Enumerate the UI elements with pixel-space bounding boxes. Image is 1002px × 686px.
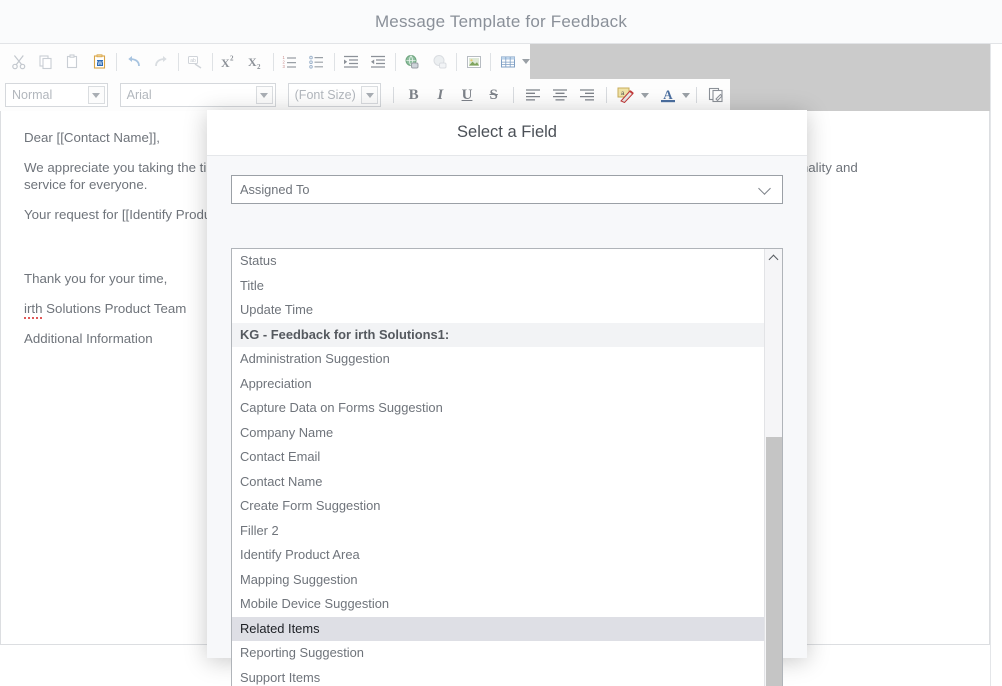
dropdown-option[interactable]: Status (232, 249, 764, 274)
dropdown-option[interactable]: Capture Data on Forms Suggestion (232, 396, 764, 421)
paragraph-style-chevron-down-icon[interactable] (87, 86, 105, 104)
remove-link-icon[interactable] (426, 47, 453, 77)
dropdown-option[interactable]: Filler 2 (232, 519, 764, 544)
highlight-color-chevron-down-icon[interactable] (640, 92, 649, 98)
dropdown-option[interactable]: Mapping Suggestion (232, 568, 764, 593)
copy-icon[interactable] (32, 47, 59, 77)
undo-icon[interactable] (120, 47, 147, 77)
italic-button[interactable]: I (427, 82, 454, 108)
font-color-chevron-down-icon[interactable] (682, 92, 691, 98)
dropdown-option[interactable]: Mobile Device Suggestion (232, 592, 764, 617)
paragraph-style-value: Normal (12, 88, 53, 102)
dropdown-option[interactable]: Contact Email (232, 445, 764, 470)
toolbar-separator (606, 87, 607, 103)
toolbar-row-primary: W ab X2 X2 123 (0, 44, 531, 79)
toolbar-separator (272, 52, 274, 71)
scrollbar-thumb[interactable] (766, 437, 782, 686)
align-right-button[interactable] (573, 82, 600, 108)
highlight-color-button[interactable]: a (613, 82, 640, 108)
subscript-icon[interactable]: X2 (243, 47, 270, 77)
underline-button[interactable]: U (454, 82, 481, 108)
signature-misspelled-word: irth (24, 301, 43, 319)
insert-link-icon[interactable] (399, 47, 426, 77)
align-center-button[interactable] (547, 82, 574, 108)
svg-text:2: 2 (230, 54, 234, 62)
app-root: Message Template for Feedback W ab X2 X … (0, 0, 1002, 686)
dropdown-option[interactable]: Update Time (232, 298, 764, 323)
table-options-chevron-down-icon[interactable] (522, 59, 531, 64)
dropdown-option[interactable]: Support Items (232, 666, 764, 686)
page-right-edge (990, 44, 1002, 686)
paste-from-word-icon[interactable]: W (86, 47, 113, 77)
select-field-dialog: Select a Field Assigned To Status Title Up… (207, 110, 807, 686)
dropdown-option[interactable]: Appreciation (232, 372, 764, 397)
page-title: Message Template for Feedback (374, 12, 628, 31)
dialog-body: Assigned To Status Title Update Time KG - F… (207, 156, 807, 686)
dialog-title: Select a Field (457, 123, 557, 141)
font-family-select[interactable]: Arial (119, 83, 276, 107)
toolbar-separator (177, 52, 179, 71)
toolbar-separator (116, 52, 118, 71)
svg-text:W: W (97, 61, 103, 67)
window-titlebar: Message Template for Feedback (0, 0, 1002, 44)
svg-text:3: 3 (283, 64, 286, 69)
toolbar-row-format: Normal Arial (Font Size) B I U S a A (0, 79, 730, 111)
paragraph-style-select[interactable]: Normal (5, 83, 108, 107)
body-paragraph-1-line2: service for everyone. (24, 177, 148, 192)
chevron-down-icon[interactable] (760, 184, 772, 196)
indent-increase-icon[interactable] (338, 47, 365, 77)
toolbar-separator (490, 52, 491, 71)
insert-image-icon[interactable] (460, 47, 487, 77)
toolbar-separator (333, 52, 335, 71)
toolbar-separator (696, 87, 698, 103)
cut-icon[interactable] (5, 47, 32, 77)
insert-table-icon[interactable] (494, 47, 521, 77)
font-size-select[interactable]: (Font Size) (287, 83, 382, 107)
paste-icon[interactable] (59, 47, 86, 77)
toolbar-separator (394, 52, 396, 71)
toolbar-separator (393, 87, 395, 103)
strikethrough-button[interactable]: S (480, 82, 507, 108)
font-family-value: Arial (126, 88, 152, 102)
svg-text:X: X (221, 56, 230, 70)
toolbar-separator (456, 52, 457, 71)
field-options-dropdown[interactable]: Status Title Update Time KG - Feedback for … (231, 248, 783, 686)
dropdown-option[interactable]: Reporting Suggestion (232, 641, 764, 666)
numbered-list-icon[interactable]: 123 (277, 47, 304, 77)
font-color-button[interactable]: A (655, 82, 682, 108)
scroll-up-arrow-icon[interactable] (765, 249, 782, 266)
dropdown-option[interactable]: Administration Suggestion (232, 347, 764, 372)
svg-text:X: X (248, 55, 257, 69)
bold-button[interactable]: B (400, 82, 427, 108)
redo-icon[interactable] (147, 47, 174, 77)
dropdown-scrollport: Status Title Update Time KG - Feedback for … (232, 249, 764, 686)
bulleted-list-icon[interactable] (304, 47, 331, 77)
toolbar-separator (513, 87, 514, 103)
dropdown-option[interactable]: Title (232, 274, 764, 299)
spellcheck-icon[interactable]: ab (181, 47, 208, 77)
indent-decrease-icon[interactable] (365, 47, 392, 77)
svg-text:A: A (663, 87, 673, 102)
font-size-value: (Font Size) (294, 88, 356, 102)
superscript-icon[interactable]: X2 (215, 47, 242, 77)
dialog-header: Select a Field (207, 110, 807, 156)
svg-text:ab: ab (190, 58, 196, 64)
field-combobox[interactable]: Assigned To (231, 175, 783, 204)
svg-text:2: 2 (257, 63, 261, 70)
dropdown-option[interactable]: Contact Name (232, 470, 764, 495)
field-combobox-value: Assigned To (240, 182, 310, 197)
font-family-chevron-down-icon[interactable] (255, 86, 273, 104)
dropdown-option[interactable]: Company Name (232, 421, 764, 446)
dropdown-option[interactable]: Related Items (232, 616, 764, 641)
body-paragraph-1-left: We appreciate you taking the time (24, 160, 225, 175)
font-size-chevron-down-icon[interactable] (361, 86, 379, 104)
dropdown-option[interactable]: Identify Product Area (232, 543, 764, 568)
dropdown-option[interactable]: Create Form Suggestion (232, 494, 764, 519)
align-left-button[interactable] (520, 82, 547, 108)
dropdown-group-header: KG - Feedback for irth Solutions1: (232, 322, 764, 347)
insert-field-button[interactable] (703, 82, 730, 108)
toolbar-separator (211, 52, 213, 71)
dropdown-scrollbar[interactable] (764, 249, 782, 686)
